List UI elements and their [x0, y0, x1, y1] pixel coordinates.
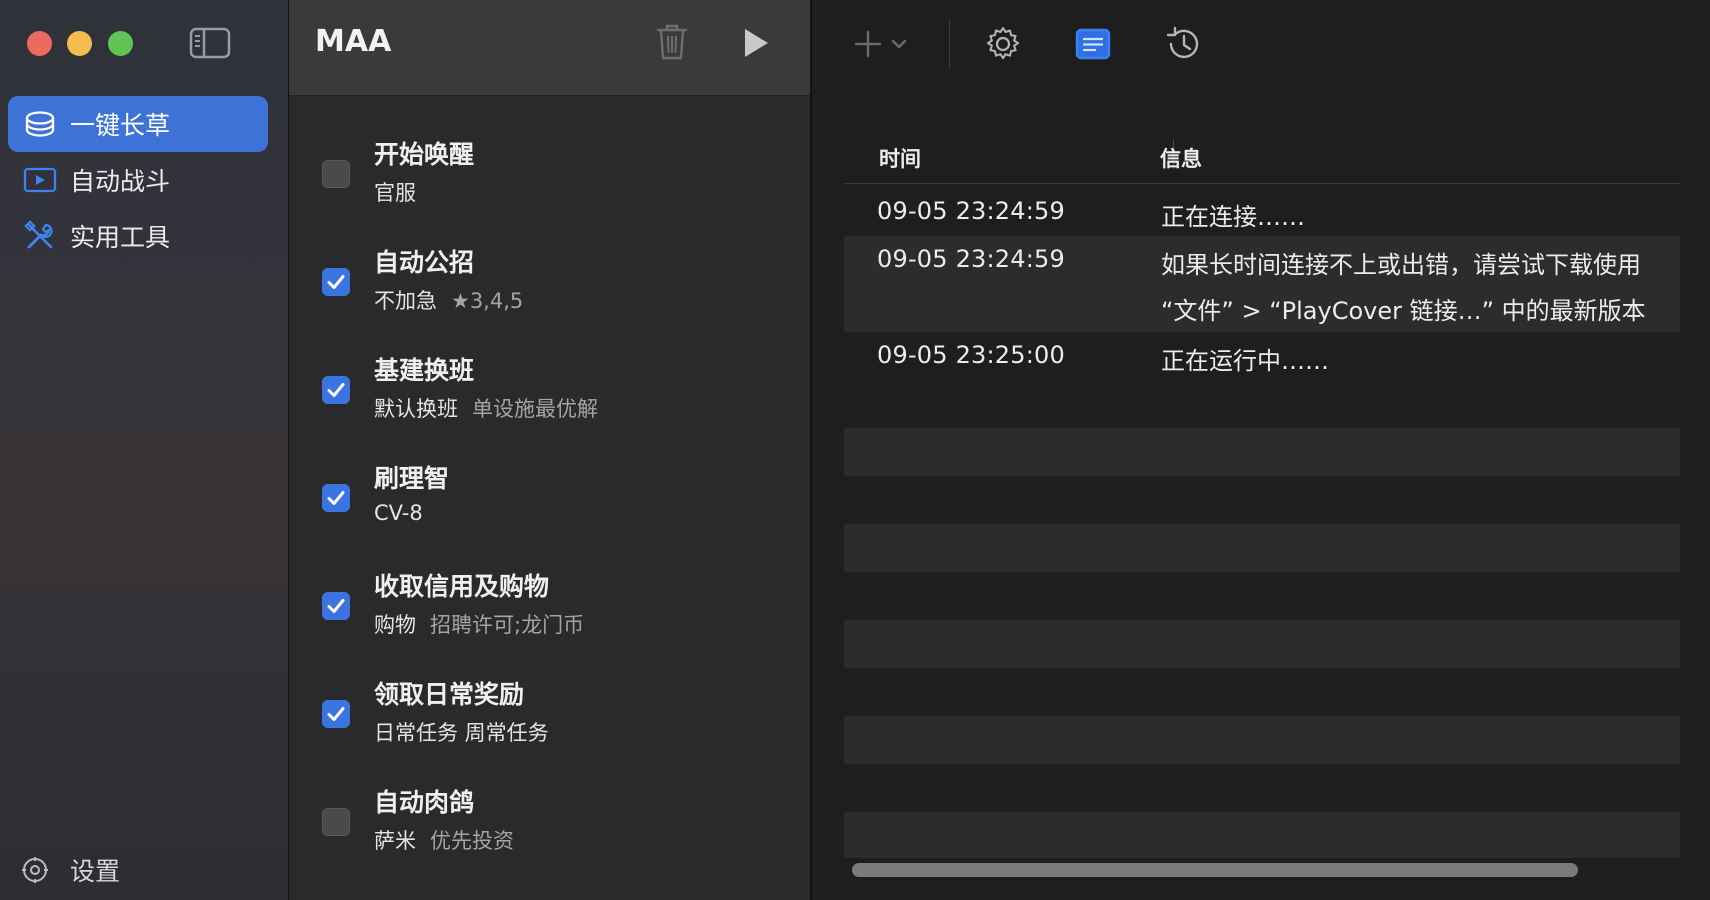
task-subtitle: 默认换班 单设施最优解	[374, 393, 598, 423]
task-option-detail: 招聘许可;龙门币	[430, 613, 585, 637]
empty-row	[844, 716, 1680, 764]
task-title: 基建换班	[374, 356, 475, 385]
sidebar-item-label: 自动战斗	[70, 167, 171, 196]
task-item[interactable]: 基建换班 默认换班 单设施最优解	[289, 341, 810, 441]
task-checkbox[interactable]	[322, 160, 350, 188]
task-item[interactable]: 收取信用及购物 购物 招聘许可;龙门币	[289, 557, 810, 657]
task-subtitle: 不加急 ★3,4,5	[374, 285, 523, 315]
log-table-header: 时间 信息	[844, 135, 1680, 184]
trash-icon[interactable]	[655, 22, 689, 62]
minimize-window-button[interactable]	[67, 31, 92, 56]
task-option-detail: 单设施最优解	[472, 397, 598, 421]
task-item[interactable]: 开始唤醒 官服	[289, 125, 810, 225]
app-title: MAA	[315, 24, 392, 59]
log-list-icon[interactable]	[1074, 25, 1112, 63]
task-subtitle: 日常任务 周常任务	[374, 717, 549, 747]
sidebar-item-label: 实用工具	[70, 223, 171, 252]
toolbar	[812, 0, 1710, 90]
play-icon[interactable]	[741, 26, 771, 60]
column-header-message[interactable]: 信息	[1160, 143, 1202, 173]
task-item[interactable]: 领取日常奖励 日常任务 周常任务	[289, 665, 810, 765]
tools-icon	[22, 218, 58, 254]
column-header-time[interactable]: 时间	[879, 143, 921, 173]
task-panel: MAA 开始唤醒 官服 自动公招 不加急 ★3,4,5 基建换班 默认换班 单设…	[289, 0, 812, 900]
play-rectangle-icon	[22, 162, 58, 198]
task-title: 开始唤醒	[374, 140, 475, 169]
task-option: 购物	[374, 613, 416, 637]
zoom-window-button[interactable]	[108, 31, 133, 56]
task-title: 刷理智	[374, 464, 450, 493]
task-title: 收取信用及购物	[374, 572, 550, 601]
task-checkbox[interactable]	[322, 268, 350, 296]
row-message: 正在运行中……	[1161, 347, 1329, 375]
task-checkbox[interactable]	[322, 376, 350, 404]
gear-icon[interactable]	[984, 25, 1022, 63]
table-row[interactable]: 09-05 23:25:00 正在运行中……	[844, 332, 1680, 380]
checkmark-icon	[327, 275, 345, 289]
history-icon[interactable]	[1164, 24, 1204, 64]
sidebar-item-auto-battle[interactable]: 自动战斗	[8, 152, 268, 208]
log-panel: 时间 信息 09-05 23:24:59 正在连接…… 09-05 23:24:…	[812, 0, 1710, 900]
task-title: 自动公招	[374, 248, 475, 277]
row-time: 09-05 23:24:59	[877, 197, 1065, 225]
plus-icon	[854, 30, 882, 58]
task-title: 领取日常奖励	[374, 680, 525, 709]
sidebar-item-tools[interactable]: 实用工具	[8, 208, 268, 264]
sidebar-item-label: 一键长草	[70, 111, 171, 140]
task-panel-header: MAA	[289, 0, 810, 96]
checkmark-icon	[327, 491, 345, 505]
task-checkbox[interactable]	[322, 484, 350, 512]
task-item[interactable]: 自动公招 不加急 ★3,4,5	[289, 233, 810, 333]
empty-row	[844, 812, 1680, 858]
task-option: 官服	[374, 181, 416, 205]
task-option: 不加急	[374, 289, 437, 313]
sidebar: 一键长草 自动战斗 实用工具 设置	[0, 0, 289, 900]
task-option: 萨米	[374, 829, 416, 853]
gear-icon	[20, 855, 50, 885]
task-item[interactable]: 自动肉鸽 萨米 优先投资	[289, 773, 810, 873]
empty-row	[844, 524, 1680, 572]
row-time: 09-05 23:24:59	[877, 245, 1065, 273]
task-subtitle: 官服	[374, 177, 416, 207]
task-checkbox[interactable]	[322, 808, 350, 836]
add-task-button[interactable]	[854, 28, 910, 60]
task-option: 默认换班	[374, 397, 458, 421]
task-checkbox[interactable]	[322, 700, 350, 728]
row-message: 如果长时间连接不上或出错，请尝试下载使用	[1161, 251, 1641, 279]
sidebar-settings[interactable]: 设置	[20, 852, 120, 888]
task-option-detail: 优先投资	[430, 829, 514, 853]
task-subtitle: 萨米 优先投资	[374, 825, 514, 855]
server-stack-icon	[22, 106, 58, 142]
checkmark-icon	[327, 383, 345, 397]
checkmark-icon	[327, 707, 345, 721]
task-title: 自动肉鸽	[374, 788, 475, 817]
task-option: 日常任务 周常任务	[374, 721, 549, 745]
row-message-continued: “文件” > “PlayCover 链接…” 中的最新版本	[1161, 297, 1646, 325]
checkmark-icon	[327, 599, 345, 613]
row-time: 09-05 23:25:00	[877, 341, 1065, 369]
task-item[interactable]: 刷理智 CV-8	[289, 449, 810, 549]
task-subtitle: 购物 招聘许可;龙门币	[374, 609, 584, 639]
close-window-button[interactable]	[27, 31, 52, 56]
scrollbar-thumb[interactable]	[852, 863, 1578, 877]
horizontal-scrollbar[interactable]	[844, 858, 1680, 878]
toolbar-divider	[949, 18, 950, 70]
task-checkbox[interactable]	[322, 592, 350, 620]
table-row[interactable]: 09-05 23:24:59 如果长时间连接不上或出错，请尝试下载使用 “文件”…	[844, 236, 1680, 332]
row-message: 正在连接……	[1161, 203, 1305, 231]
task-option-detail: ★3,4,5	[451, 289, 524, 313]
settings-label: 设置	[70, 857, 121, 886]
task-option: CV-8	[374, 501, 423, 525]
table-row[interactable]: 09-05 23:24:59 正在连接……	[844, 188, 1680, 236]
empty-row	[844, 428, 1680, 476]
task-subtitle: CV-8	[374, 501, 423, 525]
sidebar-item-daily[interactable]: 一键长草	[8, 96, 268, 152]
empty-row	[844, 620, 1680, 668]
sidebar-toggle-icon[interactable]	[189, 27, 231, 59]
